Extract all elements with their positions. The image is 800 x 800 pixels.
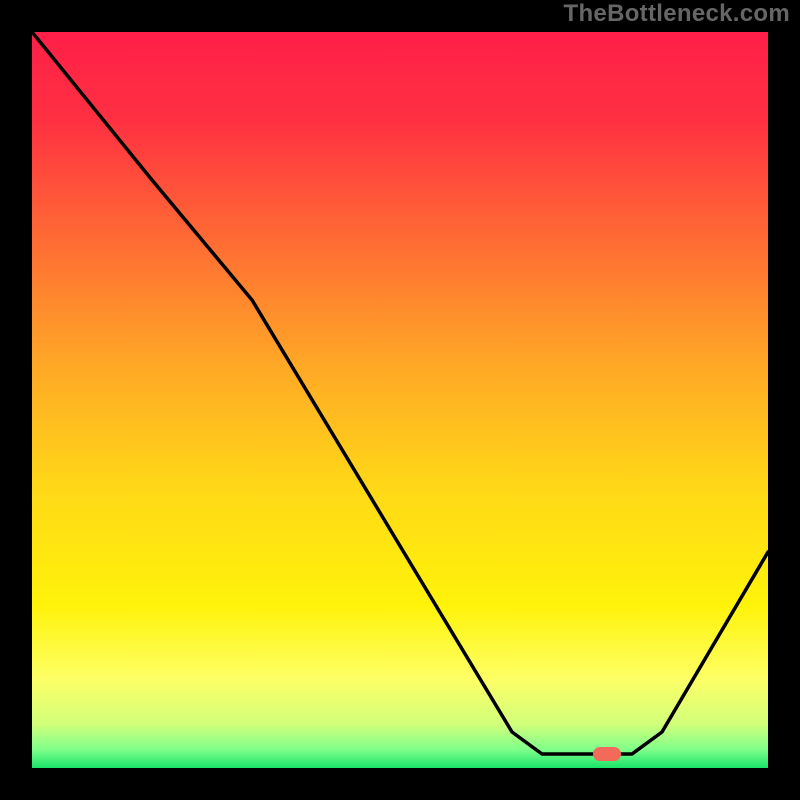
- plot-svg: [32, 32, 768, 768]
- watermark-text: TheBottleneck.com: [564, 0, 790, 28]
- optimal-point-marker: [593, 747, 621, 761]
- gradient-background: [32, 32, 768, 768]
- chart-canvas: TheBottleneck.com: [0, 0, 800, 800]
- plot-area: [32, 32, 768, 768]
